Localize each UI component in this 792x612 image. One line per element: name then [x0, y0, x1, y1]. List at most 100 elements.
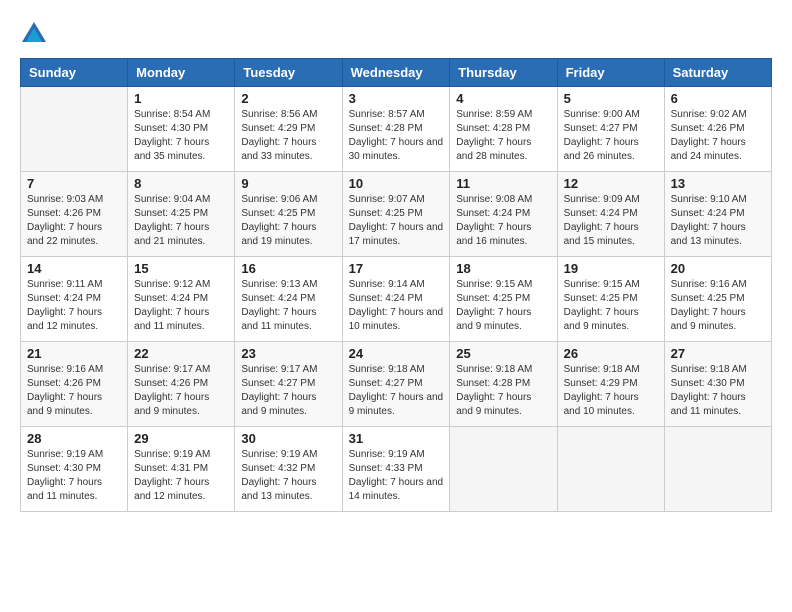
calendar-cell: 15 Sunrise: 9:12 AMSunset: 4:24 PMDayligh… — [128, 257, 235, 342]
day-number: 31 — [349, 431, 444, 446]
calendar-cell: 12Sunrise: 9:09 AMSunset: 4:24 PMDayligh… — [557, 172, 664, 257]
day-info: Sunrise: 9:12 AMSunset: 4:24 PMDaylight:… — [134, 278, 228, 334]
week-row-3: 14 Sunrise: 9:11 AMSunset: 4:24 PMDayligh… — [21, 257, 772, 342]
day-number: 1 — [134, 91, 228, 106]
day-info: Sunrise: 9:19 AMSunset: 4:32 PMDaylight:… — [241, 448, 335, 504]
calendar-cell: 25 Sunrise: 9:18 AMSunset: 4:28 PMDayligh… — [450, 342, 557, 427]
day-number: 29 — [134, 431, 228, 446]
day-number: 17 — [349, 261, 444, 276]
day-number: 25 — [456, 346, 550, 361]
calendar-cell: 29 Sunrise: 9:19 AMSunset: 4:31 PMDayligh… — [128, 427, 235, 512]
weekday-header-monday: Monday — [128, 59, 235, 87]
calendar-cell: 1 Sunrise: 8:54 AMSunset: 4:30 PMDaylight… — [128, 87, 235, 172]
calendar-cell: 27 Sunrise: 9:18 AMSunset: 4:30 PMDayligh… — [664, 342, 771, 427]
calendar-cell — [450, 427, 557, 512]
day-info: Sunrise: 9:18 AMSunset: 4:30 PMDaylight:… — [671, 363, 765, 419]
calendar-cell: 5Sunrise: 9:00 AMSunset: 4:27 PMDaylight… — [557, 87, 664, 172]
day-info: Sunrise: 9:14 AMSunset: 4:24 PMDaylight:… — [349, 278, 444, 334]
day-info: Sunrise: 9:11 AMSunset: 4:24 PMDaylight:… — [27, 278, 121, 334]
calendar-cell: 16Sunrise: 9:13 AMSunset: 4:24 PMDayligh… — [235, 257, 342, 342]
calendar-cell: 13 Sunrise: 9:10 AMSunset: 4:24 PMDayligh… — [664, 172, 771, 257]
day-info: Sunrise: 9:18 AMSunset: 4:28 PMDaylight:… — [456, 363, 550, 419]
weekday-header-wednesday: Wednesday — [342, 59, 450, 87]
day-info: Sunrise: 8:59 AMSunset: 4:28 PMDaylight:… — [456, 108, 550, 164]
calendar-cell: 10 Sunrise: 9:07 AMSunset: 4:25 PMDayligh… — [342, 172, 450, 257]
day-info: Sunrise: 9:17 AMSunset: 4:26 PMDaylight:… — [134, 363, 228, 419]
day-number: 11 — [456, 176, 550, 191]
calendar-cell: 7Sunrise: 9:03 AMSunset: 4:26 PMDaylight… — [21, 172, 128, 257]
logo — [20, 20, 52, 48]
day-number: 12 — [564, 176, 658, 191]
day-number: 28 — [27, 431, 121, 446]
day-info: Sunrise: 9:15 AMSunset: 4:25 PMDaylight:… — [456, 278, 550, 334]
calendar-cell: 8 Sunrise: 9:04 AMSunset: 4:25 PMDaylight… — [128, 172, 235, 257]
calendar-cell: 11 Sunrise: 9:08 AMSunset: 4:24 PMDayligh… — [450, 172, 557, 257]
week-row-5: 28 Sunrise: 9:19 AMSunset: 4:30 PMDayligh… — [21, 427, 772, 512]
calendar-table: SundayMondayTuesdayWednesdayThursdayFrid… — [20, 58, 772, 512]
day-number: 6 — [671, 91, 765, 106]
day-number: 4 — [456, 91, 550, 106]
calendar-cell: 24 Sunrise: 9:18 AMSunset: 4:27 PMDayligh… — [342, 342, 450, 427]
day-info: Sunrise: 9:18 AMSunset: 4:27 PMDaylight:… — [349, 363, 444, 419]
day-info: Sunrise: 9:19 AMSunset: 4:31 PMDaylight:… — [134, 448, 228, 504]
calendar-cell: 9 Sunrise: 9:06 AMSunset: 4:25 PMDaylight… — [235, 172, 342, 257]
day-info: Sunrise: 9:19 AMSunset: 4:33 PMDaylight:… — [349, 448, 444, 504]
calendar-cell — [557, 427, 664, 512]
day-info: Sunrise: 9:04 AMSunset: 4:25 PMDaylight:… — [134, 193, 228, 249]
day-info: Sunrise: 9:19 AMSunset: 4:30 PMDaylight:… — [27, 448, 121, 504]
day-number: 9 — [241, 176, 335, 191]
day-number: 27 — [671, 346, 765, 361]
day-info: Sunrise: 9:03 AMSunset: 4:26 PMDaylight:… — [27, 193, 121, 249]
weekday-header-saturday: Saturday — [664, 59, 771, 87]
day-number: 14 — [27, 261, 121, 276]
calendar-cell: 18Sunrise: 9:15 AMSunset: 4:25 PMDayligh… — [450, 257, 557, 342]
calendar-cell: 17 Sunrise: 9:14 AMSunset: 4:24 PMDayligh… — [342, 257, 450, 342]
weekday-header-thursday: Thursday — [450, 59, 557, 87]
calendar-cell: 20 Sunrise: 9:16 AMSunset: 4:25 PMDayligh… — [664, 257, 771, 342]
day-number: 13 — [671, 176, 765, 191]
day-info: Sunrise: 8:54 AMSunset: 4:30 PMDaylight:… — [134, 108, 228, 164]
day-info: Sunrise: 9:17 AMSunset: 4:27 PMDaylight:… — [241, 363, 335, 419]
day-info: Sunrise: 9:15 AMSunset: 4:25 PMDaylight:… — [564, 278, 658, 334]
calendar-cell: 26 Sunrise: 9:18 AMSunset: 4:29 PMDayligh… — [557, 342, 664, 427]
day-info: Sunrise: 9:16 AMSunset: 4:25 PMDaylight:… — [671, 278, 765, 334]
day-info: Sunrise: 9:00 AMSunset: 4:27 PMDaylight:… — [564, 108, 658, 164]
day-number: 23 — [241, 346, 335, 361]
day-info: Sunrise: 9:08 AMSunset: 4:24 PMDaylight:… — [456, 193, 550, 249]
calendar-cell: 22 Sunrise: 9:17 AMSunset: 4:26 PMDayligh… — [128, 342, 235, 427]
day-info: Sunrise: 9:18 AMSunset: 4:29 PMDaylight:… — [564, 363, 658, 419]
calendar-cell: 23 Sunrise: 9:17 AMSunset: 4:27 PMDayligh… — [235, 342, 342, 427]
page-header — [20, 20, 772, 48]
day-info: Sunrise: 9:10 AMSunset: 4:24 PMDaylight:… — [671, 193, 765, 249]
calendar-cell: 2Sunrise: 8:56 AMSunset: 4:29 PMDaylight… — [235, 87, 342, 172]
day-number: 19 — [564, 261, 658, 276]
weekday-header-friday: Friday — [557, 59, 664, 87]
day-info: Sunrise: 9:07 AMSunset: 4:25 PMDaylight:… — [349, 193, 444, 249]
calendar-cell — [664, 427, 771, 512]
day-number: 30 — [241, 431, 335, 446]
calendar-cell: 6 Sunrise: 9:02 AMSunset: 4:26 PMDaylight… — [664, 87, 771, 172]
day-number: 26 — [564, 346, 658, 361]
day-number: 8 — [134, 176, 228, 191]
day-number: 10 — [349, 176, 444, 191]
day-info: Sunrise: 9:02 AMSunset: 4:26 PMDaylight:… — [671, 108, 765, 164]
day-number: 24 — [349, 346, 444, 361]
calendar-cell: 14 Sunrise: 9:11 AMSunset: 4:24 PMDayligh… — [21, 257, 128, 342]
day-number: 15 — [134, 261, 228, 276]
calendar-cell: 28 Sunrise: 9:19 AMSunset: 4:30 PMDayligh… — [21, 427, 128, 512]
calendar-cell — [21, 87, 128, 172]
logo-icon — [20, 20, 48, 48]
day-number: 3 — [349, 91, 444, 106]
week-row-1: 1 Sunrise: 8:54 AMSunset: 4:30 PMDaylight… — [21, 87, 772, 172]
day-number: 21 — [27, 346, 121, 361]
day-number: 22 — [134, 346, 228, 361]
week-row-4: 21 Sunrise: 9:16 AMSunset: 4:26 PMDayligh… — [21, 342, 772, 427]
weekday-header-sunday: Sunday — [21, 59, 128, 87]
calendar-cell: 4 Sunrise: 8:59 AMSunset: 4:28 PMDaylight… — [450, 87, 557, 172]
day-info: Sunrise: 8:56 AMSunset: 4:29 PMDaylight:… — [241, 108, 335, 164]
day-info: Sunrise: 8:57 AMSunset: 4:28 PMDaylight:… — [349, 108, 444, 164]
day-number: 20 — [671, 261, 765, 276]
day-info: Sunrise: 9:06 AMSunset: 4:25 PMDaylight:… — [241, 193, 335, 249]
day-info: Sunrise: 9:16 AMSunset: 4:26 PMDaylight:… — [27, 363, 121, 419]
calendar-cell: 31 Sunrise: 9:19 AMSunset: 4:33 PMDayligh… — [342, 427, 450, 512]
